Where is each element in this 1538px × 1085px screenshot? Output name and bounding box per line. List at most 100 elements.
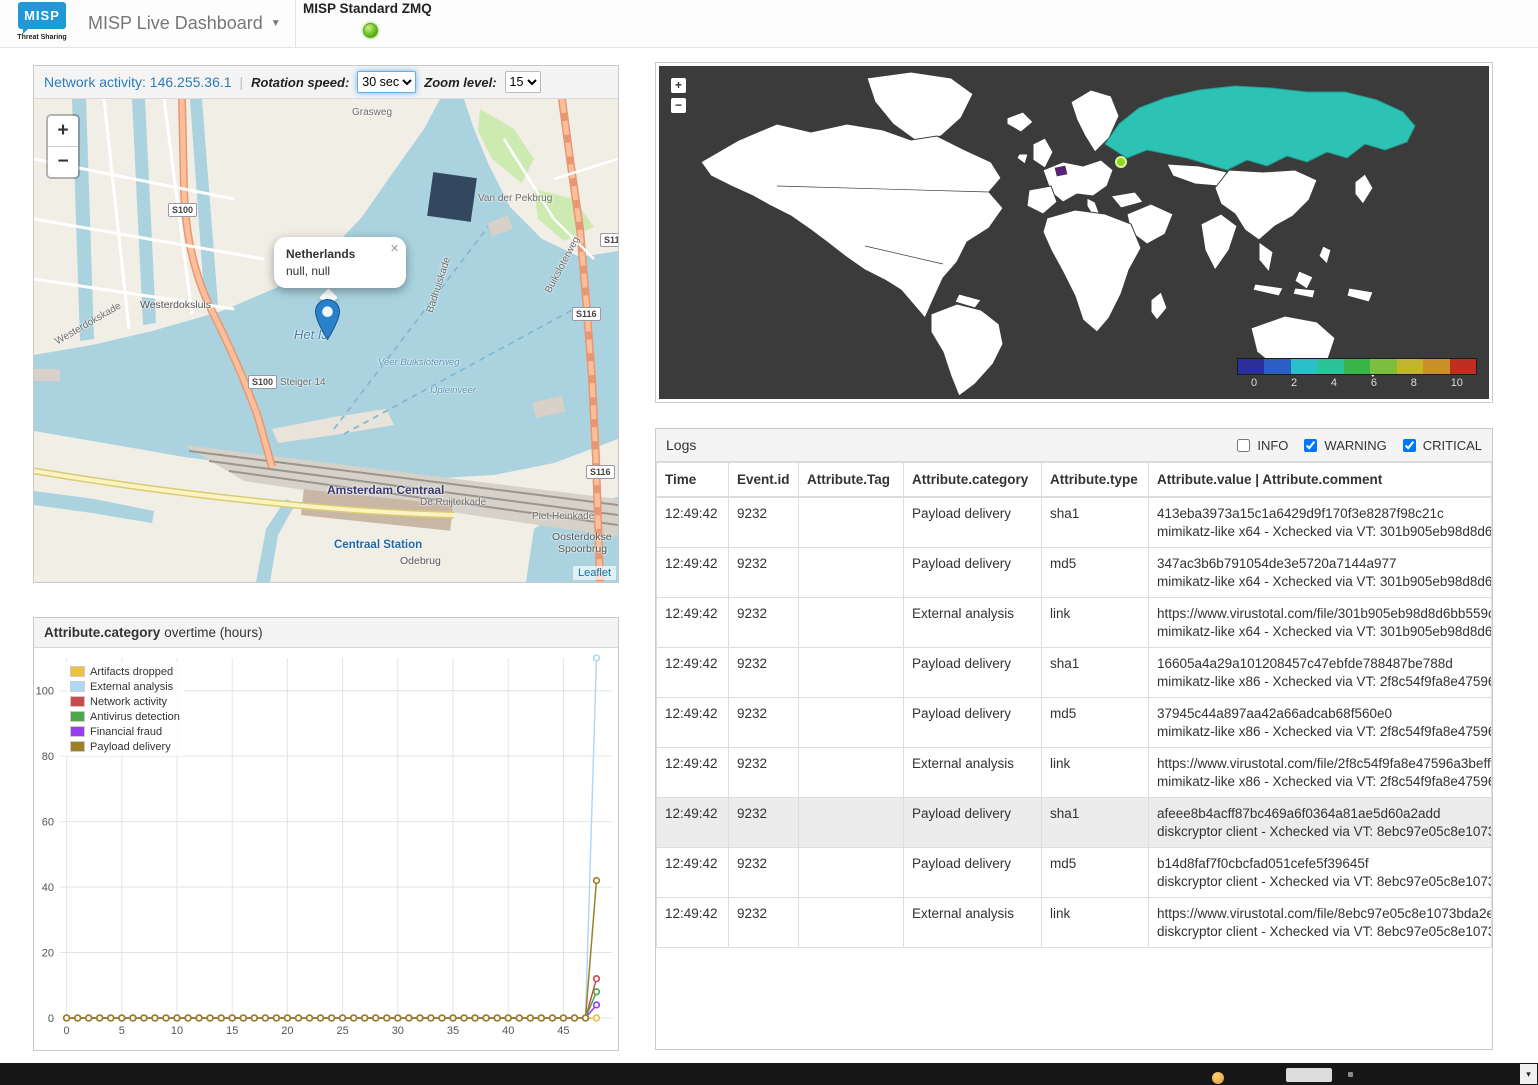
world-map[interactable]: + − 0246810 <box>659 66 1489 399</box>
zoom-level-select[interactable]: 15 <box>505 71 541 93</box>
log-attribute-value: 37945c44a897aa42a66adcab68f560e0 <box>1157 706 1483 721</box>
legend-color-swatch <box>70 741 85 752</box>
svg-text:0: 0 <box>48 1013 54 1025</box>
log-attribute-value: afeee8b4acff87bc469a6f0364a81ae5d60a2add <box>1157 806 1483 821</box>
svg-text:45: 45 <box>557 1025 569 1037</box>
zoom-level-label: Zoom level: <box>424 75 496 90</box>
color-scale-segment <box>1397 359 1423 374</box>
zmq-label: MISP Standard ZMQ <box>303 1 432 16</box>
log-cell: Payload delivery <box>904 698 1042 748</box>
leaflet-map[interactable]: GraswegVan der PekbrugBuiksloterwegBadhu… <box>34 99 618 582</box>
map-zoom-in-button[interactable]: + <box>48 116 78 147</box>
misp-logo-tagline: Threat Sharing <box>14 34 70 41</box>
misp-logo[interactable]: MISP Threat Sharing <box>14 2 70 41</box>
bottom-taskbar: ▾ <box>0 1063 1538 1085</box>
navbar-divider <box>295 0 296 47</box>
logs-column-header: Attribute.Tag <box>799 463 904 498</box>
svg-text:40: 40 <box>42 882 54 894</box>
chart-legend-item: Antivirus detection <box>70 709 180 724</box>
log-value-comment-cell: 413eba3973a15c1a6429d9f170f3e8287f98c21c… <box>1149 497 1492 548</box>
log-cell: 12:49:42 <box>657 798 729 848</box>
log-attribute-value: https://www.virustotal.com/file/301b905e… <box>1157 606 1483 621</box>
log-cell: sha1 <box>1042 798 1149 848</box>
map-zoom-out-button[interactable]: − <box>48 147 78 177</box>
color-scale-tick: 6 <box>1371 377 1377 389</box>
log-attribute-comment: mimikatz-like x86 - Xchecked via VT: 2f8… <box>1157 674 1483 689</box>
log-cell: link <box>1042 898 1149 948</box>
legend-color-swatch <box>70 666 85 677</box>
log-cell: 9232 <box>729 648 799 698</box>
log-cell: 9232 <box>729 698 799 748</box>
zmq-status-block: MISP Standard ZMQ <box>303 0 432 47</box>
svg-text:15: 15 <box>226 1025 238 1037</box>
svg-text:25: 25 <box>336 1025 348 1037</box>
scroll-corner-button[interactable]: ▾ <box>1520 1064 1537 1084</box>
legend-color-swatch <box>70 681 85 692</box>
rotation-speed-select[interactable]: 30 sec <box>357 71 416 93</box>
dashboard-title: MISP Live Dashboard <box>88 13 263 34</box>
world-zoom-out-button[interactable]: − <box>671 98 686 113</box>
svg-text:60: 60 <box>42 817 54 829</box>
log-cell: link <box>1042 748 1149 798</box>
world-zoom-in-button[interactable]: + <box>671 78 686 93</box>
filter-checkbox-critical[interactable] <box>1403 439 1416 452</box>
log-level-filters: INFO WARNING CRITICAL <box>1233 436 1482 455</box>
log-cell: sha1 <box>1042 497 1149 548</box>
chart-legend-item: Artifacts dropped <box>70 664 180 679</box>
top-navbar: MISP Threat Sharing MISP Live Dashboard … <box>0 0 1538 48</box>
attribute-category-panel: Attribute.category overtime (hours) 0 20 4… <box>33 617 619 1051</box>
color-scale-segment <box>1264 359 1290 374</box>
log-attribute-comment: mimikatz-like x64 - Xchecked via VT: 301… <box>1157 574 1483 589</box>
log-cell <box>799 497 904 548</box>
log-row: 12:49:429232Payload deliverymd5b14d8faf7… <box>657 848 1492 898</box>
log-cell: 12:49:42 <box>657 848 729 898</box>
popup-close-icon[interactable]: × <box>390 240 399 257</box>
logs-column-header: Attribute.type <box>1042 463 1149 498</box>
world-map-panel: + − 0246810 <box>655 62 1493 403</box>
log-attribute-value: https://www.virustotal.com/file/8ebc97e0… <box>1157 906 1483 921</box>
color-scale-tick: 0 <box>1251 377 1257 389</box>
taskbar-orange-icon[interactable] <box>1212 1072 1224 1084</box>
header-separator: | <box>240 75 244 90</box>
log-filter-warning[interactable]: WARNING <box>1300 436 1386 455</box>
filter-checkbox-info[interactable] <box>1237 439 1250 452</box>
color-scale-segment <box>1370 359 1396 374</box>
svg-text:0: 0 <box>64 1025 70 1037</box>
log-cell: Payload delivery <box>904 798 1042 848</box>
filter-checkbox-warning[interactable] <box>1304 439 1317 452</box>
color-scale-labels: 0246810 <box>1237 377 1477 389</box>
taskbar-item[interactable] <box>1286 1068 1332 1082</box>
log-attribute-value: b14d8faf7f0cbcfad051cefe5f39645f <box>1157 856 1483 871</box>
log-filter-critical[interactable]: CRITICAL <box>1399 436 1482 455</box>
log-value-comment-cell: b14d8faf7f0cbcfad051cefe5f39645fdiskcryp… <box>1149 848 1492 898</box>
log-cell: 12:49:42 <box>657 898 729 948</box>
log-cell <box>799 848 904 898</box>
world-map-regions <box>659 66 1489 399</box>
log-attribute-comment: mimikatz-like x64 - Xchecked via VT: 301… <box>1157 524 1483 539</box>
region-netherlands <box>1055 166 1067 176</box>
map-attribution-link[interactable]: Leaflet <box>573 566 616 580</box>
logs-table-header: TimeEvent.idAttribute.TagAttribute.categ… <box>657 463 1492 498</box>
svg-text:10: 10 <box>171 1025 183 1037</box>
attribute-category-header: Attribute.category overtime (hours) <box>34 618 618 648</box>
log-attribute-comment: diskcryptor client - Xchecked via VT: 8e… <box>1157 824 1483 839</box>
color-scale-segment <box>1344 359 1370 374</box>
logs-header: Logs INFOWARNINGCRITICAL <box>656 429 1492 462</box>
log-attribute-value: 413eba3973a15c1a6429d9f170f3e8287f98c21c <box>1157 506 1483 521</box>
color-scale-tick: 4 <box>1331 377 1337 389</box>
chart-legend-item: External analysis <box>70 679 180 694</box>
chevron-down-icon: ▼ <box>271 18 281 29</box>
log-row: 12:49:429232External analysislinkhttps:/… <box>657 748 1492 798</box>
color-scale-segment <box>1450 359 1476 374</box>
log-filter-info[interactable]: INFO <box>1233 436 1288 455</box>
rotation-speed-label: Rotation speed: <box>251 75 349 90</box>
log-cell: 12:49:42 <box>657 698 729 748</box>
log-attribute-value: https://www.virustotal.com/file/2f8c54f9… <box>1157 756 1483 771</box>
svg-text:20: 20 <box>281 1025 293 1037</box>
world-color-scale: 0246810 <box>1237 358 1477 389</box>
log-value-comment-cell: https://www.virustotal.com/file/2f8c54f9… <box>1149 748 1492 798</box>
log-attribute-comment: mimikatz-like x64 - Xchecked via VT: 301… <box>1157 624 1483 639</box>
dashboard-title-dropdown[interactable]: MISP Live Dashboard ▼ <box>88 0 281 47</box>
log-cell <box>799 698 904 748</box>
network-activity-title: Network activity: 146.255.36.1 <box>44 74 232 90</box>
